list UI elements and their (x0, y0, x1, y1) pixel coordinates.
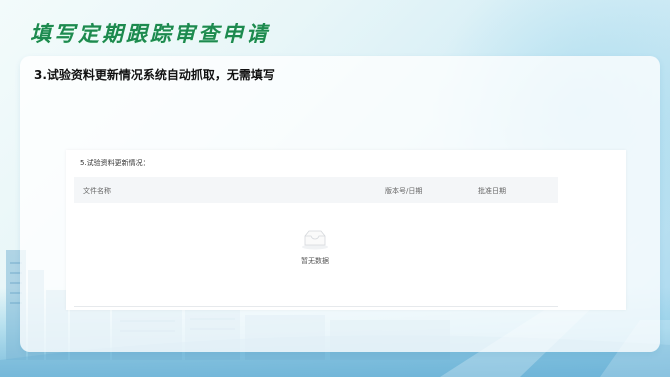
table-bottom-border (74, 306, 558, 307)
table-header: 文件名称 版本号/日期 批准日期 (74, 177, 558, 203)
section-label: 5.试验资料更新情况： (80, 159, 150, 167)
empty-state-text: 暂无数据 (301, 257, 329, 265)
column-header-version-date: 版本号/日期 (385, 187, 423, 195)
form-card: 5.试验资料更新情况： 文件名称 版本号/日期 批准日期 暂无数据 (66, 150, 626, 310)
empty-inbox-icon (302, 230, 328, 250)
slide-title: 填写定期跟踪审查申请 (30, 22, 270, 46)
column-header-approval-date: 批准日期 (478, 187, 506, 195)
column-header-file-name: 文件名称 (83, 187, 111, 195)
slide: 填写定期跟踪审查申请 3.试验资料更新情况系统自动抓取，无需填写 5.试验资料更… (0, 0, 670, 377)
step-heading: 3.试验资料更新情况系统自动抓取，无需填写 (34, 68, 275, 82)
